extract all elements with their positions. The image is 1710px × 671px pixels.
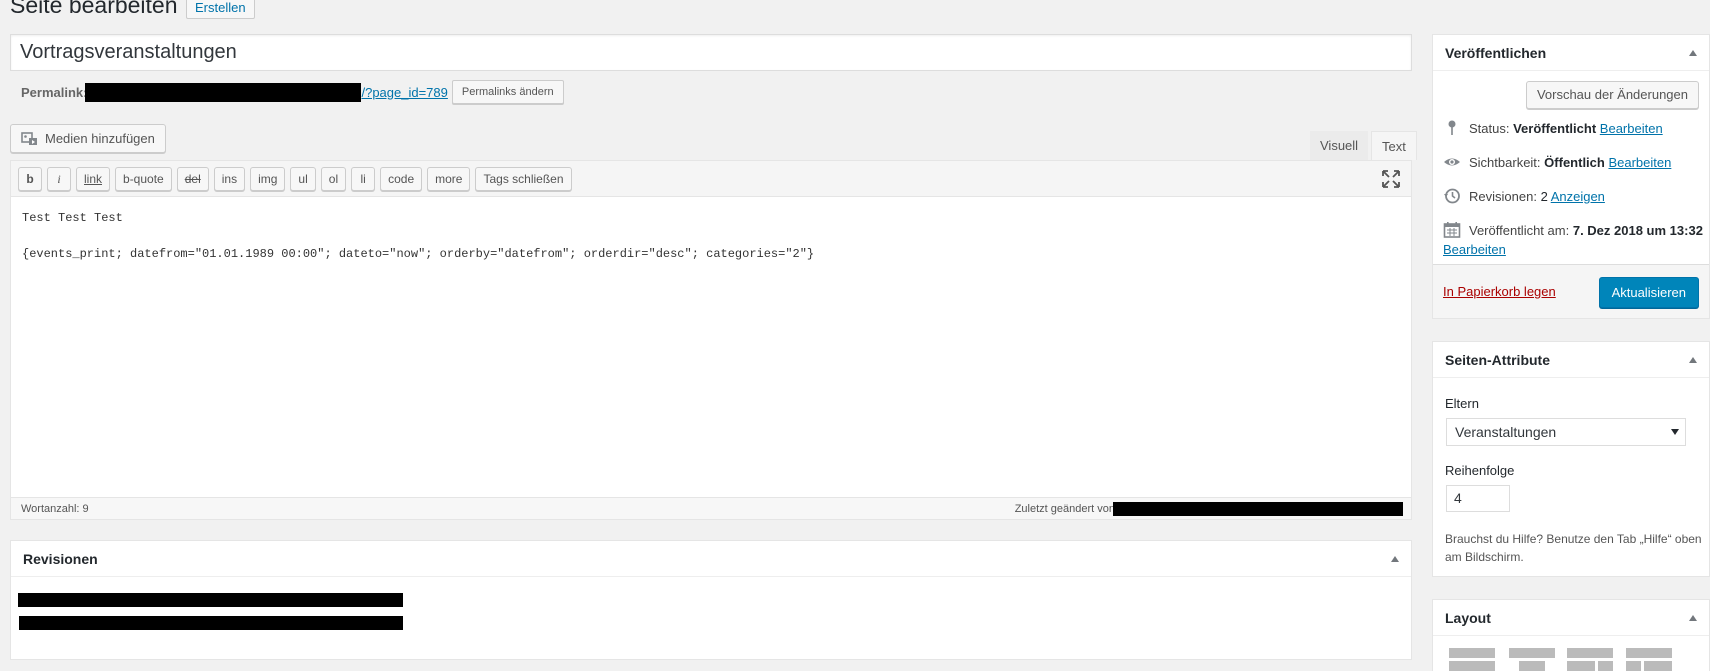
add-new-page-button[interactable]: Erstellen: [186, 0, 255, 19]
add-media-label: Medien hinzufügen: [45, 131, 155, 146]
eye-icon: [1444, 158, 1460, 166]
visibility-value: Öffentlich: [1544, 154, 1605, 170]
layout-title: Layout: [1445, 609, 1491, 626]
revisions-title: Revisionen: [23, 550, 98, 567]
status-label: Status:: [1469, 120, 1510, 136]
pin-icon: [1448, 120, 1456, 135]
permalink-url-link[interactable]: /?page_id=789: [361, 85, 447, 100]
last-edited-label: Zuletzt geändert von: [1014, 503, 1115, 515]
toggle-up-icon[interactable]: [1391, 555, 1399, 562]
permalink-label: Permalink:: [21, 84, 88, 100]
page-attributes-title: Seiten-Attribute: [1445, 351, 1550, 368]
move-to-trash-link[interactable]: In Papierkorb legen: [1443, 284, 1556, 299]
edit-date-link[interactable]: Bearbeiten: [1443, 242, 1506, 257]
browse-revisions-link[interactable]: Anzeigen: [1551, 189, 1605, 204]
update-button[interactable]: Aktualisieren: [1598, 277, 1699, 308]
visibility-label: Sichtbarkeit:: [1469, 154, 1541, 170]
layout-option-centered-icon[interactable]: [1509, 648, 1555, 671]
revisions-header[interactable]: Revisionen: [11, 541, 1411, 577]
publish-metabox: Veröffentlichen Vorschau der Änderungen …: [1432, 34, 1710, 319]
qt-ins-button[interactable]: ins: [213, 166, 246, 191]
content-line: {events_print; datefrom="01.01.1989 00:0…: [22, 247, 815, 261]
layout-option-right-sidebar-icon[interactable]: [1626, 648, 1672, 671]
toggle-up-icon[interactable]: [1689, 614, 1697, 621]
post-title-input[interactable]: Vortragsveranstaltungen: [10, 34, 1412, 71]
text-editor: b i link b-quote del ins img ul ol li co…: [10, 160, 1412, 520]
parent-select[interactable]: Veranstaltungen: [1446, 418, 1686, 446]
status-value: Veröffentlicht: [1513, 120, 1597, 136]
menu-order-input[interactable]: 4: [1446, 485, 1510, 512]
published-label: Veröffentlicht am:: [1469, 222, 1570, 238]
redacted-revision: [19, 616, 403, 630]
history-icon: [1444, 188, 1460, 204]
page-title: Seite bearbeiten: [10, 0, 178, 18]
revisions-metabox: Revisionen: [10, 540, 1412, 660]
status-row: Status: Veröffentlicht Bearbeiten: [1443, 119, 1663, 137]
qt-more-button[interactable]: more: [427, 166, 471, 191]
toggle-up-icon[interactable]: [1689, 49, 1697, 56]
editor-status-bar: Wortanzahl: 9 Zuletzt geändert von: [11, 497, 1411, 519]
publish-actions: In Papierkorb legen Aktualisieren: [1433, 264, 1709, 318]
quicktags-toolbar: b i link b-quote del ins img ul ol li co…: [11, 161, 1411, 197]
published-row: Veröffentlicht am: 7. Dez 2018 um 13:32: [1443, 221, 1703, 239]
redacted-permalink: [85, 82, 362, 102]
toggle-up-icon[interactable]: [1689, 356, 1697, 363]
page-attributes-metabox: Seiten-Attribute Eltern Veranstaltungen …: [1432, 341, 1710, 577]
revisions-count: 2: [1540, 188, 1548, 204]
qt-close-tags-button[interactable]: Tags schließen: [475, 166, 572, 191]
qt-ol-button[interactable]: ol: [320, 166, 347, 191]
published-date: 7. Dez 2018 um 13:32: [1572, 222, 1703, 238]
qt-bold-button[interactable]: b: [18, 166, 42, 191]
page-attributes-header[interactable]: Seiten-Attribute: [1433, 342, 1709, 378]
chevron-down-icon: [1671, 429, 1679, 435]
layout-option-left-sidebar-icon[interactable]: [1567, 648, 1613, 671]
tab-visual[interactable]: Visuell: [1310, 131, 1369, 160]
edit-visibility-link[interactable]: Bearbeiten: [1608, 155, 1671, 170]
publish-header[interactable]: Veröffentlichen: [1433, 35, 1709, 71]
preview-changes-button[interactable]: Vorschau der Änderungen: [1525, 81, 1699, 109]
redacted-editor-name: [1113, 502, 1403, 516]
parent-label: Eltern: [1445, 396, 1479, 411]
qt-italic-button[interactable]: i: [47, 166, 71, 191]
content-line: Test Test Test: [22, 211, 123, 225]
editor-textarea[interactable]: Test Test Test {events_print; datefrom="0…: [22, 209, 814, 263]
revisions-row: Revisionen: 2 Anzeigen: [1443, 187, 1605, 205]
help-text: Brauchst du Hilfe? Benutze den Tab „Hilf…: [1445, 532, 1702, 564]
revisions-label: Revisionen:: [1469, 188, 1537, 204]
change-permalinks-button[interactable]: Permalinks ändern: [451, 80, 564, 104]
layout-option-full-icon[interactable]: [1449, 648, 1495, 671]
parent-selected-value: Veranstaltungen: [1455, 424, 1557, 440]
visibility-row: Sichtbarkeit: Öffentlich Bearbeiten: [1443, 153, 1671, 171]
qt-blockquote-button[interactable]: b-quote: [115, 166, 172, 191]
qt-code-button[interactable]: code: [380, 166, 423, 191]
media-icon: [21, 131, 37, 145]
fullscreen-icon[interactable]: [1381, 169, 1401, 189]
publish-title: Veröffentlichen: [1445, 44, 1547, 61]
redacted-revision: [18, 593, 403, 607]
qt-ul-button[interactable]: ul: [290, 166, 316, 191]
word-count: Wortanzahl: 9: [21, 502, 89, 515]
tab-text[interactable]: Text: [1371, 131, 1417, 160]
calendar-icon: [1443, 222, 1461, 238]
edit-status-link[interactable]: Bearbeiten: [1600, 121, 1663, 136]
layout-metabox: Layout: [1432, 599, 1710, 671]
qt-li-button[interactable]: li: [351, 166, 376, 191]
layout-header[interactable]: Layout: [1433, 600, 1709, 636]
add-media-button[interactable]: Medien hinzufügen: [10, 124, 166, 153]
permalink-row: Permalink: /?page_id=789 Permalinks ände…: [21, 80, 564, 104]
qt-link-button[interactable]: link: [76, 166, 111, 191]
qt-del-button[interactable]: del: [176, 166, 209, 191]
qt-img-button[interactable]: img: [250, 166, 286, 191]
order-label: Reihenfolge: [1445, 463, 1515, 478]
